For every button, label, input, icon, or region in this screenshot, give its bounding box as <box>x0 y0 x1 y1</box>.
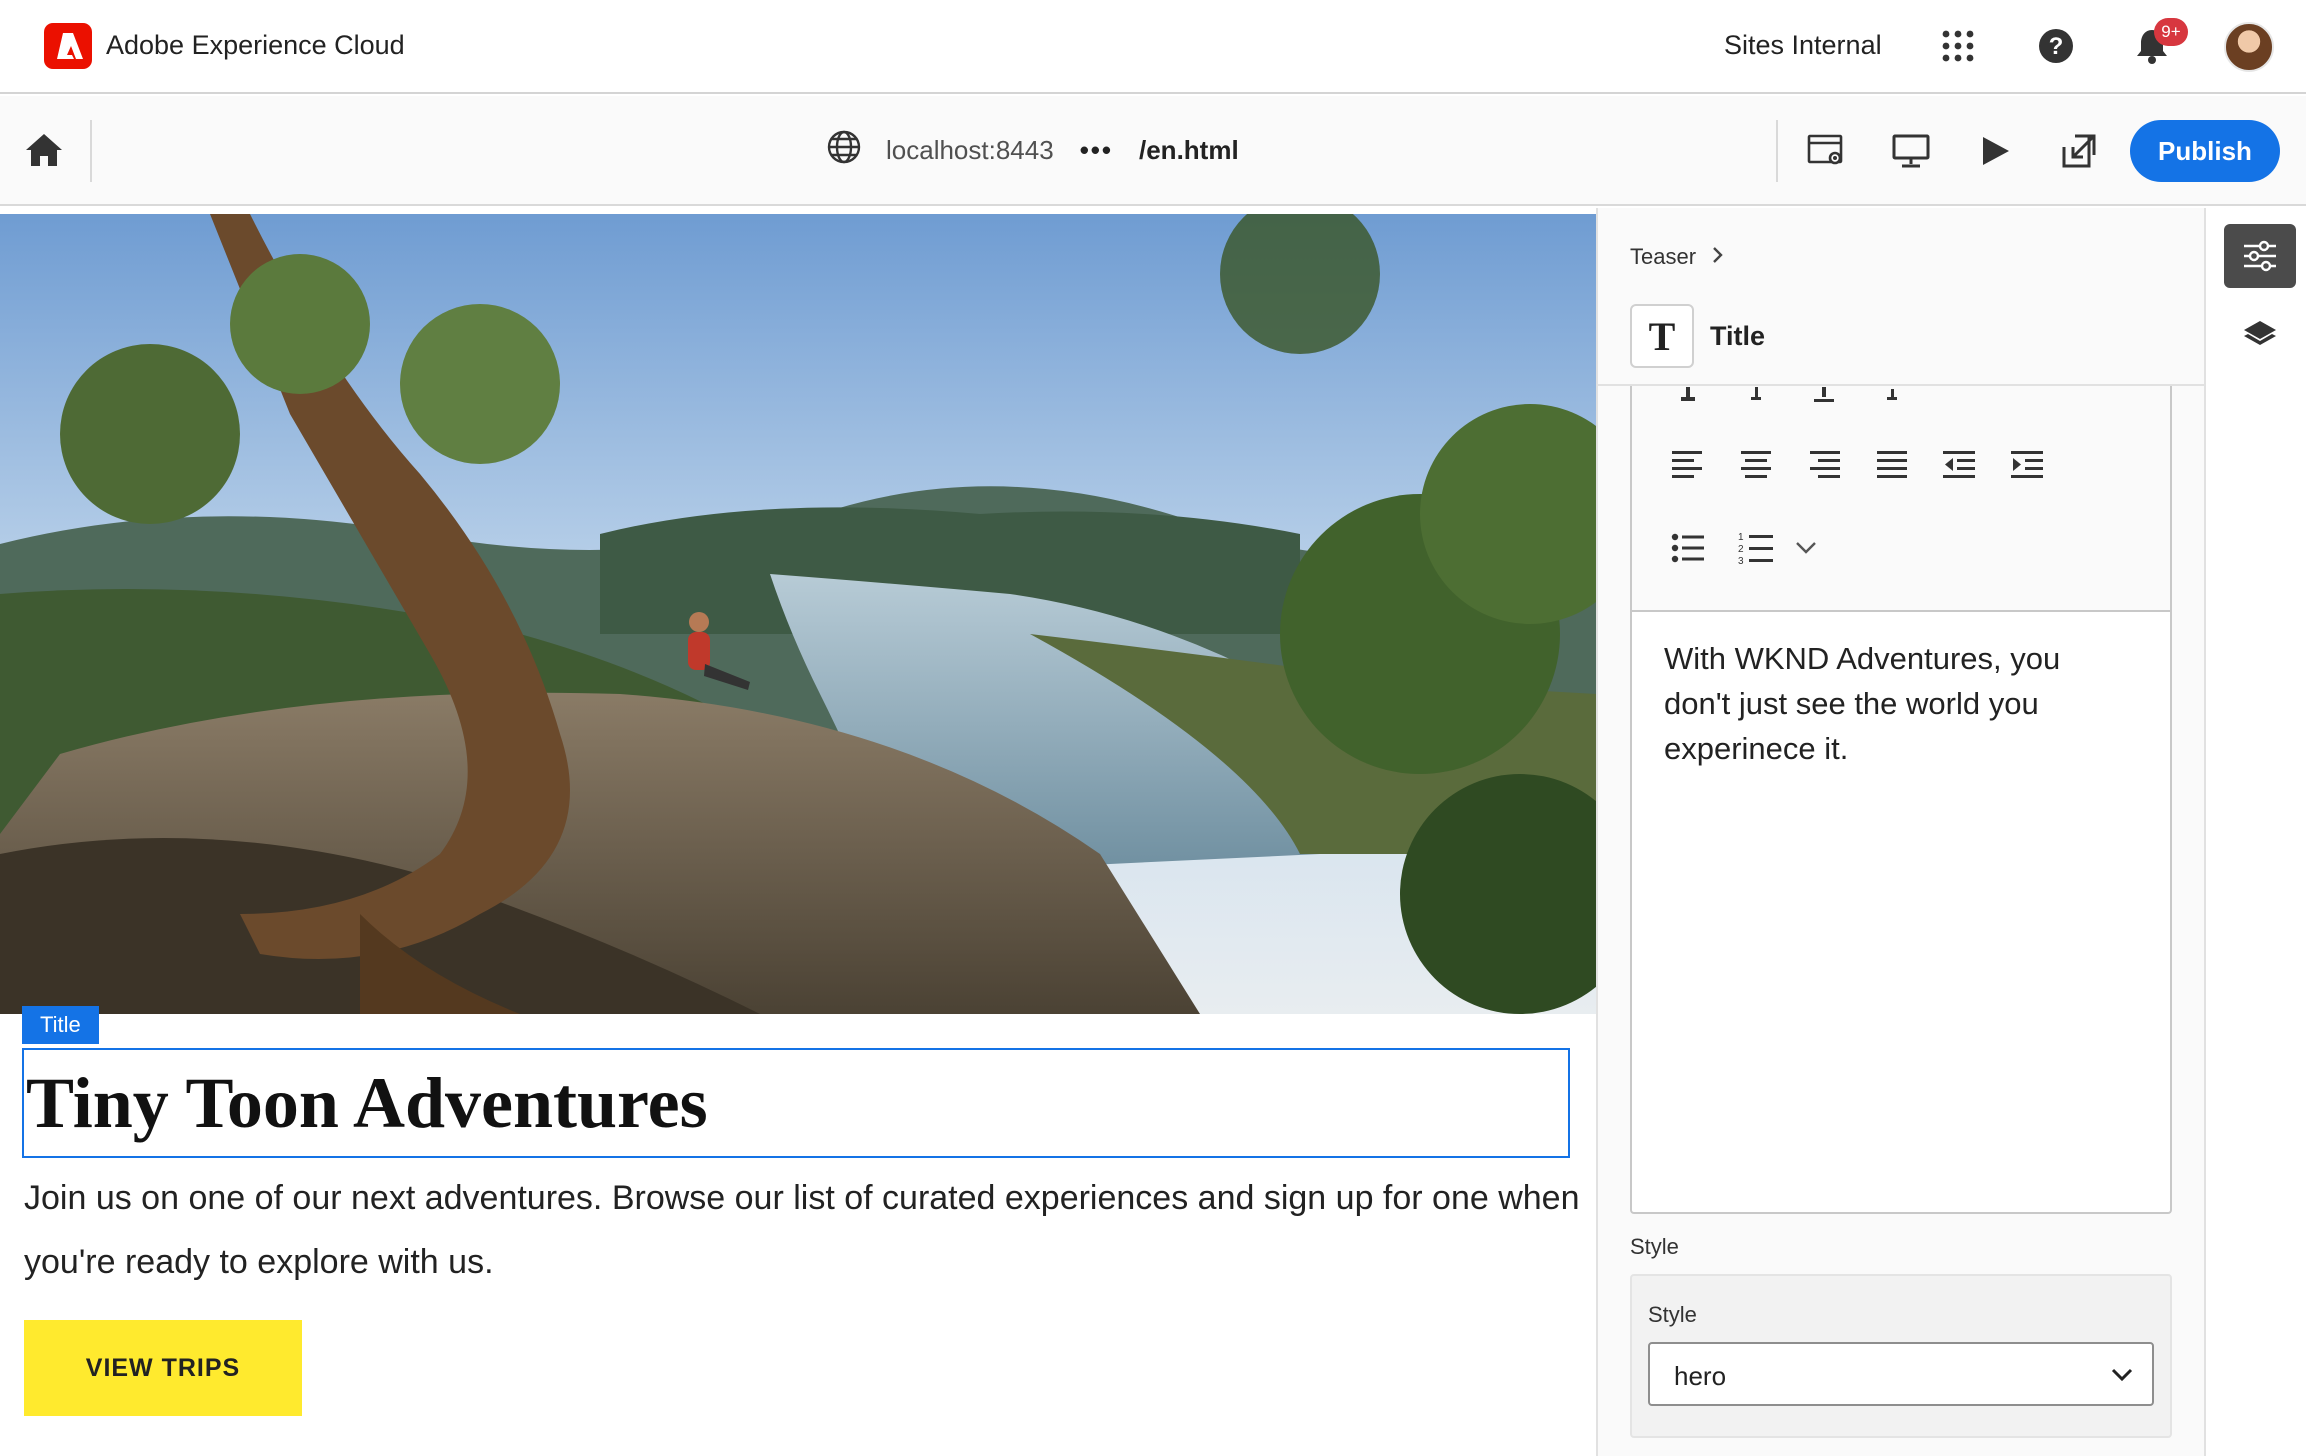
toolbar-divider <box>90 120 92 182</box>
style-select-value: hero <box>1674 1361 1727 1391</box>
outdent-icon[interactable] <box>1938 442 1982 486</box>
selected-component-chip[interactable]: Title <box>22 1006 99 1044</box>
breadcrumb-item[interactable]: Teaser <box>1630 244 1696 270</box>
page-settings-icon[interactable] <box>1802 126 1852 176</box>
toolbar-divider <box>1776 120 1778 182</box>
align-justify-icon[interactable] <box>1870 442 1914 486</box>
home-icon[interactable] <box>24 132 64 173</box>
chevron-down-icon[interactable] <box>1784 526 1828 570</box>
bullet-list-icon[interactable] <box>1666 526 1710 570</box>
style-section-label: Style <box>1630 1234 1679 1259</box>
breadcrumb[interactable]: Teaser <box>1630 244 1724 270</box>
shell-header: Adobe Experience Cloud Sites Internal ? … <box>0 0 2306 94</box>
hero-image[interactable] <box>0 214 1596 1014</box>
component-name: Title <box>1710 320 1766 351</box>
url-path[interactable]: /en.html <box>1139 135 1239 166</box>
help-icon[interactable]: ? <box>2034 24 2078 68</box>
svg-text:3: 3 <box>1738 556 1744 565</box>
app-brand[interactable]: Adobe Experience Cloud <box>106 30 405 61</box>
page-canvas: Title Tiny Toon Adventures Join us on on… <box>0 208 1596 1456</box>
bold-icon[interactable] <box>1666 386 1710 410</box>
chevron-down-icon <box>2110 1362 2134 1391</box>
avatar[interactable] <box>2224 22 2274 72</box>
adobe-logo-icon[interactable] <box>44 23 92 69</box>
url-more-button[interactable]: ••• <box>1080 135 1113 166</box>
bell-icon[interactable]: 9+ <box>2130 18 2188 68</box>
align-left-icon[interactable] <box>1666 442 1710 486</box>
side-rail <box>2204 208 2306 1456</box>
style-select[interactable]: hero <box>1648 1342 2154 1406</box>
properties-panel: Teaser T Title 1 2 3 With WKND Adventure… <box>1596 208 2206 1456</box>
align-center-icon[interactable] <box>1734 442 1778 486</box>
indent-icon[interactable] <box>2006 442 2050 486</box>
svg-text:2: 2 <box>1738 544 1744 555</box>
style-group: Style hero <box>1630 1274 2172 1438</box>
open-in-new-icon[interactable] <box>2054 126 2104 176</box>
url-bar: localhost:8443 ••• /en.html <box>826 129 1239 172</box>
globe-icon <box>826 129 862 172</box>
play-preview-icon[interactable] <box>1970 126 2020 176</box>
apps-grid-icon[interactable] <box>1936 24 1980 68</box>
org-switcher[interactable]: Sites Internal <box>1724 30 1882 61</box>
layers-icon[interactable] <box>2224 304 2296 368</box>
rte-content[interactable]: With WKND Adventures, you don't just see… <box>1664 636 2134 771</box>
rich-text-editor[interactable]: 123 With WKND Adventures, you don't just… <box>1630 386 2172 1214</box>
chevron-right-icon <box>1712 244 1724 270</box>
strikethrough-icon[interactable] <box>1870 386 1914 410</box>
underline-icon[interactable] <box>1802 386 1846 410</box>
hero-description: Join us on one of our next adventures. B… <box>24 1179 1580 1281</box>
properties-icon[interactable] <box>2224 224 2296 288</box>
url-host[interactable]: localhost:8443 <box>886 135 1054 166</box>
numbered-list-icon[interactable]: 123 <box>1734 526 1778 570</box>
rte-toolbar: 123 <box>1632 386 2170 612</box>
svg-text:1: 1 <box>1738 532 1744 543</box>
hero-title[interactable]: Tiny Toon Adventures <box>26 1062 708 1145</box>
notification-badge: 9+ <box>2154 18 2188 46</box>
align-right-icon[interactable] <box>1802 442 1846 486</box>
italic-icon[interactable] <box>1734 386 1778 410</box>
title-component-icon: T <box>1630 304 1694 368</box>
desktop-preview-icon[interactable] <box>1886 126 1936 176</box>
style-field-label: Style <box>1648 1302 1697 1327</box>
svg-text:?: ? <box>2049 33 2064 60</box>
editor-toolbar: localhost:8443 ••• /en.html Publish <box>0 96 2306 206</box>
publish-button[interactable]: Publish <box>2130 120 2280 182</box>
view-trips-button[interactable]: VIEW TRIPS <box>24 1320 302 1416</box>
component-header: T Title <box>1630 304 1765 368</box>
